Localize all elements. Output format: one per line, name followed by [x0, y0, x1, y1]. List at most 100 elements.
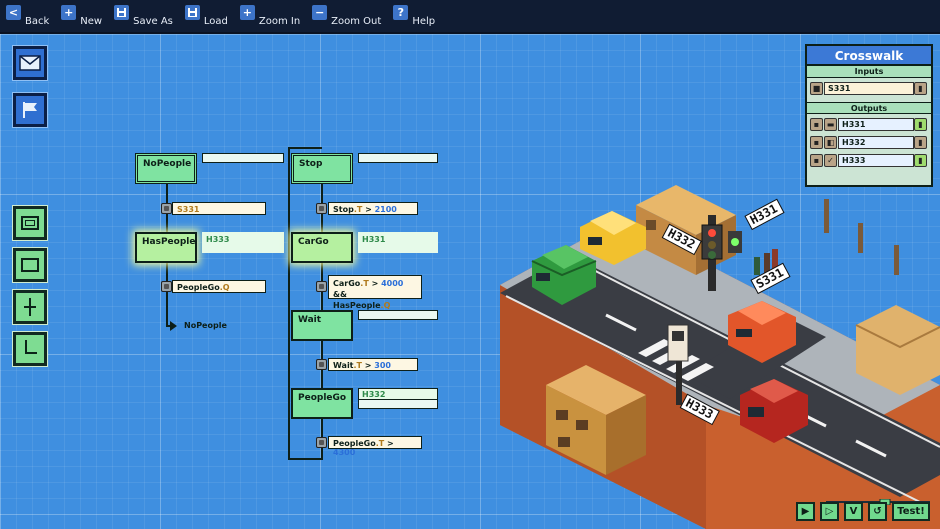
state-node-tool-button[interactable]	[12, 205, 48, 241]
condition-box[interactable]: S331	[172, 202, 266, 215]
condition-box[interactable]: Wait.T > 300	[328, 358, 418, 371]
condition-operator: >	[368, 279, 382, 288]
output-value[interactable]: H331	[838, 117, 914, 131]
condition-box[interactable]: Stop.T > 2100	[328, 202, 418, 215]
condition-value: 4000	[381, 279, 404, 288]
signal-port[interactable]	[316, 203, 327, 214]
plus-icon: +	[239, 5, 255, 20]
condition-value: 4300	[333, 448, 356, 457]
crosswalk-panel: Crosswalk Inputs ■ S331 ▮ Outputs ▪ ▬ H3…	[805, 44, 933, 187]
input-row[interactable]: ■ S331 ▮	[810, 80, 928, 96]
output-value[interactable]: H332	[838, 135, 914, 149]
signal-port[interactable]	[161, 203, 172, 214]
question-mark-icon: ?	[393, 5, 409, 20]
minus-icon: −	[312, 5, 328, 20]
new-button[interactable]: + New	[61, 3, 102, 29]
help-label: Help	[412, 16, 436, 27]
step-button[interactable]: ▷	[820, 502, 839, 521]
walk-sign-icon: ◧	[824, 135, 837, 149]
back-label: Back	[25, 16, 50, 27]
envelope-icon	[19, 55, 41, 71]
state-node-cargo[interactable]: CarGo	[291, 232, 353, 263]
crosswalk-scene[interactable]: H332 H331 S331 H333	[496, 175, 940, 529]
node-label: PeopleGo	[298, 393, 347, 403]
output-row[interactable]: ▪ ◧ H332 ▮	[810, 134, 928, 150]
node-label: NoPeople	[143, 159, 192, 169]
zoom-out-label: Zoom Out	[331, 16, 382, 27]
traffic-light-icon: ▪	[810, 153, 823, 167]
condition-signal: S331	[177, 205, 200, 214]
zoom-in-label: Zoom In	[258, 16, 301, 27]
save-as-label: Save As	[133, 16, 173, 27]
branch-tool-button[interactable]	[12, 289, 48, 325]
condition-box[interactable]: PeopleGo.T > 4300	[328, 436, 422, 457]
node-output-label[interactable]: H333	[202, 232, 284, 253]
pedestrian-button-icon: ▮	[914, 81, 927, 95]
zoom-in-button[interactable]: + Zoom In	[239, 3, 301, 29]
node-output-empty[interactable]	[358, 399, 438, 409]
outputs-header: Outputs	[807, 102, 931, 114]
signal-port[interactable]	[161, 281, 172, 292]
signal-port[interactable]	[316, 359, 327, 370]
condition-signal: PeopleGo	[333, 439, 376, 448]
loop-wire	[288, 147, 290, 460]
light-state-icon: ▮	[914, 117, 927, 131]
node-label: Wait	[298, 315, 322, 325]
node-output-label[interactable]: H331	[358, 232, 438, 253]
checkmark-icon: ✓	[824, 153, 837, 167]
loop-wire	[288, 147, 322, 149]
state-node-icon	[21, 216, 39, 230]
loop-wire	[288, 458, 322, 460]
jump-tool-button[interactable]	[12, 331, 48, 367]
condition-operator: >	[362, 361, 375, 370]
zoom-out-button[interactable]: − Zoom Out	[312, 3, 381, 29]
help-button[interactable]: ? Help	[393, 3, 435, 29]
new-label: New	[80, 16, 103, 27]
condition-box[interactable]: CarGo.T > 4000 && HasPeople.Q	[328, 275, 422, 310]
floppy-disk-icon	[114, 5, 130, 20]
output-value[interactable]: H333	[838, 153, 914, 167]
input-value[interactable]: S331	[824, 81, 914, 95]
input-port-icon: ■	[810, 81, 823, 95]
condition-field: .T	[375, 439, 385, 448]
condition-box[interactable]: PeopleGo.Q	[172, 280, 266, 293]
node-output-empty[interactable]	[202, 153, 284, 163]
save-as-button[interactable]: Save As	[114, 3, 173, 29]
flag-tool-button[interactable]	[12, 92, 48, 128]
state-node-haspeople[interactable]: HasPeople	[135, 232, 197, 263]
car-icon: ▬	[824, 117, 837, 131]
back-button[interactable]: < Back	[6, 3, 49, 29]
load-button[interactable]: Load	[184, 3, 228, 29]
condition-signal: Stop	[333, 205, 354, 214]
node-output-empty[interactable]	[358, 310, 438, 320]
play-button[interactable]: ▶	[796, 502, 815, 521]
plus-icon: +	[61, 5, 77, 20]
state-node-peoplego[interactable]: PeopleGo	[291, 388, 353, 419]
top-toolbar: < Back + New Save As Load + Zoom In − Zo…	[0, 0, 940, 34]
condition-field: .T	[353, 361, 363, 370]
state-node-stop[interactable]: Stop	[291, 153, 353, 184]
node-output-empty[interactable]	[358, 153, 438, 163]
output-row[interactable]: ▪ ▬ H331 ▮	[810, 116, 928, 132]
mail-tool-button[interactable]	[12, 45, 48, 81]
condition-field: .Q	[380, 301, 391, 310]
test-button[interactable]: Test!	[892, 502, 930, 521]
output-row[interactable]: ▪ ✓ H333 ▮	[810, 152, 928, 168]
state-node-wait[interactable]: Wait	[291, 310, 353, 341]
light-state-icon: ▮	[914, 153, 927, 167]
state-node-nopeople[interactable]: NoPeople	[135, 153, 197, 184]
branch-icon	[21, 298, 39, 316]
fast-forward-button[interactable]: V	[844, 502, 863, 521]
condition-signal: HasPeople	[333, 301, 381, 310]
output-signal: H332	[362, 390, 386, 399]
output-signal: H333	[206, 235, 230, 244]
signal-port[interactable]	[316, 281, 327, 292]
traffic-light-icon: ▪	[810, 135, 823, 149]
signal-port[interactable]	[316, 437, 327, 448]
jump-icon	[21, 340, 39, 358]
output-signal: H331	[362, 235, 386, 244]
node-tool-button[interactable]	[12, 247, 48, 283]
condition-value: 2100	[374, 205, 397, 214]
reset-button[interactable]: ↺	[868, 502, 887, 521]
node-label: CarGo	[298, 237, 329, 247]
